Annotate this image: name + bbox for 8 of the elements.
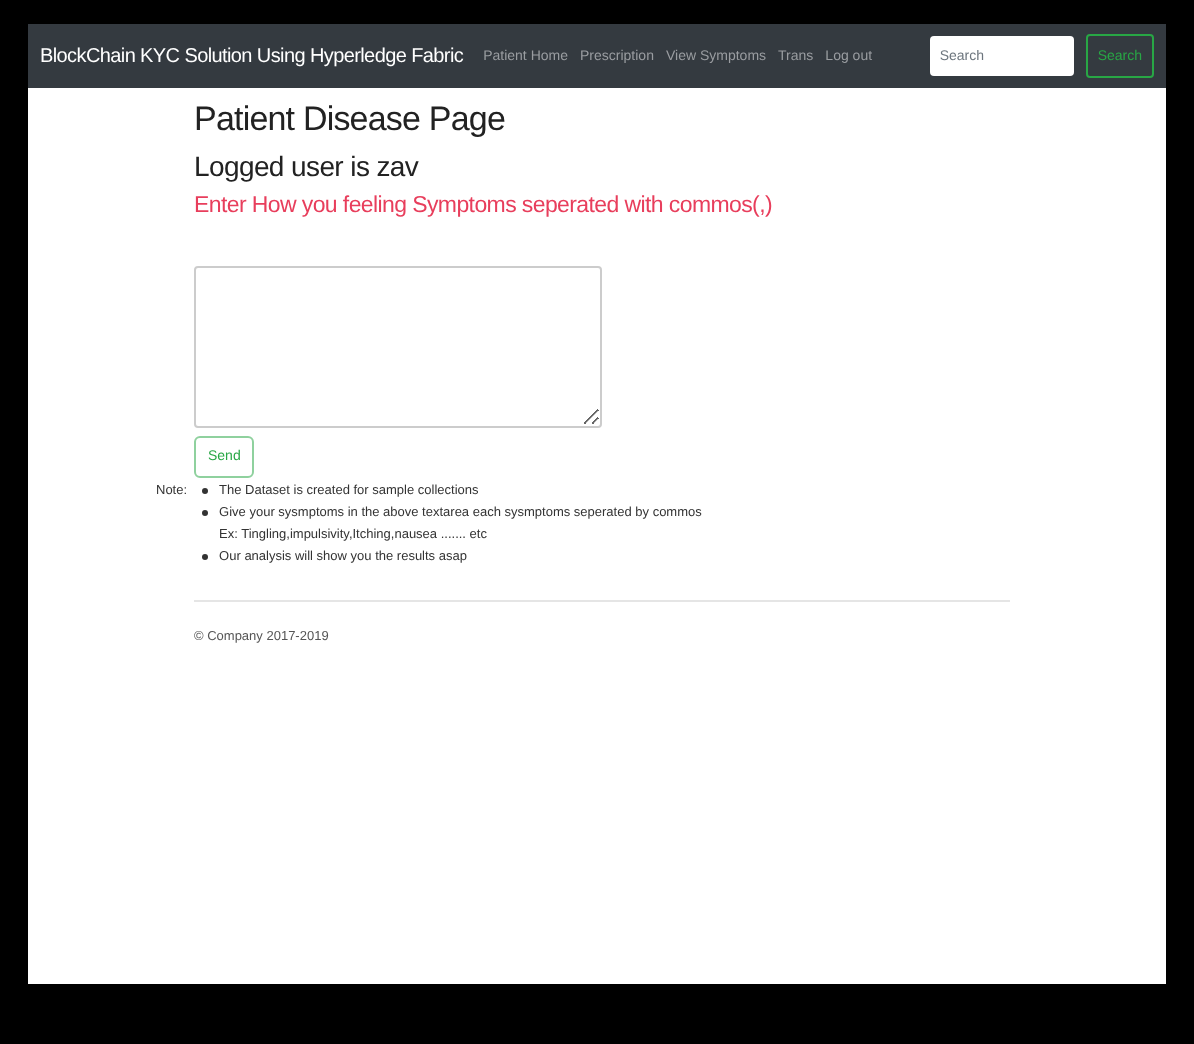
bullet-icon (201, 554, 208, 560)
logged-user-text: Logged user is zav (194, 150, 421, 182)
bullet-icon (201, 510, 208, 516)
bullet-icon (201, 488, 208, 494)
instruction-text: Enter How you feeling Symptoms seperated with commos(,) (194, 194, 775, 218)
page-title: Patient Disease Page (194, 100, 507, 140)
symptoms-textarea[interactable] (194, 266, 602, 428)
brand-link[interactable]: BlockChain KYC Solution Using Hyperledge Fabric (40, 45, 464, 67)
